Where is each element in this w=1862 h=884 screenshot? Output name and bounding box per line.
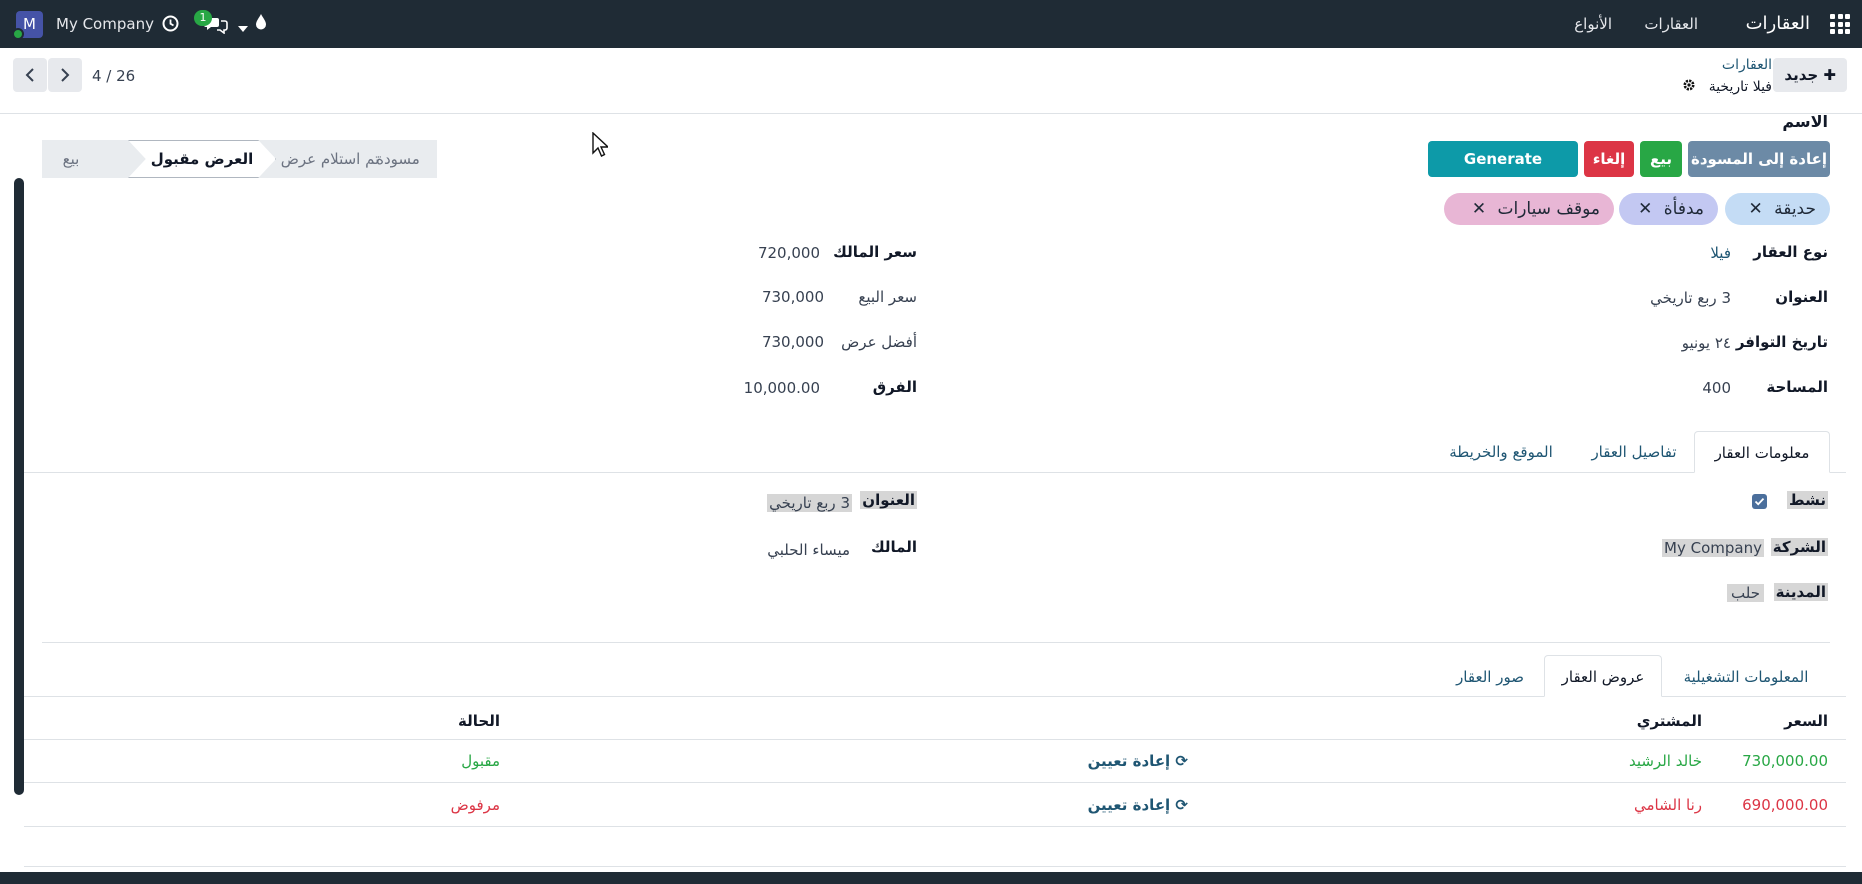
chevron-right-icon — [60, 65, 70, 85]
menu-types[interactable]: الأنواع — [1574, 0, 1612, 48]
bottom-bar — [0, 872, 1862, 884]
breadcrumb-current: فيلا تاريخية — [1682, 78, 1772, 95]
area-value[interactable]: 400 — [1702, 379, 1731, 397]
active-checkbox[interactable] — [1752, 494, 1767, 509]
apps-menu-icon[interactable] — [1830, 14, 1850, 34]
table-row-border — [24, 826, 1846, 827]
offer-price[interactable]: 730,000.00 — [1742, 752, 1828, 770]
activity-dropdown-caret-icon[interactable] — [238, 19, 248, 37]
company-switcher[interactable]: My Company — [56, 0, 154, 48]
stage-sold[interactable]: بيع — [42, 140, 100, 178]
column-header-status[interactable]: الحالة — [458, 712, 500, 730]
breadcrumb-parent-link[interactable]: العقارات — [1722, 57, 1772, 73]
property-type-label: نوع العقار — [1753, 243, 1828, 261]
pager-value[interactable]: 4 / 26 — [92, 67, 135, 85]
name-field-label: الاسم — [1782, 112, 1828, 131]
stage-offer-received[interactable]: تم استلام عرض — [270, 140, 390, 178]
offer-buyer[interactable]: خالد الرشيد — [1629, 752, 1702, 770]
refresh-icon: ⟳ — [1170, 752, 1188, 770]
area-label: المساحة — [1766, 378, 1828, 396]
refresh-icon: ⟳ — [1170, 796, 1188, 814]
tag-fireplace[interactable]: مدفأة ✕ — [1619, 193, 1718, 225]
form-scrollbar[interactable] — [14, 178, 24, 795]
generate-contract-button[interactable]: Generate Contract — [1428, 141, 1578, 204]
tag-garden[interactable]: حديقة ✕ — [1725, 193, 1830, 225]
city-label: المدينة — [1773, 583, 1828, 601]
status-bar: مسودة تم استلام عرض العرض مقبول بيع — [42, 140, 437, 178]
pager-previous-button[interactable] — [13, 58, 47, 92]
stage-offer-accepted[interactable]: العرض مقبول — [128, 140, 276, 178]
owner-label: المالك — [870, 538, 917, 556]
info-address-label: العنوان — [860, 491, 917, 509]
chevron-left-icon — [25, 65, 35, 85]
online-status-dot — [12, 28, 24, 40]
active-label: نشط — [1787, 491, 1828, 509]
owner-price-label: سعر المالك — [833, 243, 917, 261]
company-label: الشركة — [1770, 538, 1828, 556]
tab-property-info[interactable]: معلومات العقار — [1694, 431, 1830, 473]
app-name[interactable]: العقارات — [1746, 0, 1810, 48]
new-record-button[interactable]: ✚ جديد — [1773, 58, 1847, 92]
owner-price-value[interactable]: 720,000 — [758, 244, 820, 262]
sell-button[interactable]: بيع — [1640, 141, 1682, 177]
column-header-buyer[interactable]: المشتري — [1637, 712, 1702, 730]
chat-badge: 1 — [194, 10, 212, 26]
tab-property-details[interactable]: تفاصيل العقار — [1576, 431, 1692, 473]
clock-icon[interactable] — [162, 15, 179, 36]
tab-property-offers[interactable]: عروض العقار — [1544, 655, 1662, 697]
close-icon[interactable]: ✕ — [1638, 199, 1652, 219]
tag-parking[interactable]: موقف سيارات ✕ — [1444, 193, 1614, 225]
address-label: العنوان — [1775, 288, 1828, 306]
offer-buyer[interactable]: رنا الشامي — [1634, 796, 1702, 814]
tab-location-map[interactable]: الموقع والخريطة — [1436, 431, 1566, 473]
droplet-icon[interactable] — [254, 13, 268, 35]
gear-icon[interactable] — [1682, 79, 1696, 95]
menu-properties[interactable]: العقارات — [1644, 0, 1698, 48]
offer-status[interactable]: مقبول — [461, 752, 500, 770]
best-offer-label: أفضل عرض — [841, 333, 917, 351]
table-header-border — [24, 739, 1846, 740]
tab-operational-info[interactable]: المعلومات التشغيلية — [1662, 656, 1830, 698]
tab-property-photos[interactable]: صور العقار — [1440, 656, 1540, 698]
mouse-cursor-icon — [592, 131, 610, 162]
top-navbar: العقارات العقارات الأنواع M My Company 1 — [0, 0, 1862, 48]
section-separator — [42, 642, 1830, 643]
info-address-value[interactable]: 3 ربع تاريخي — [767, 494, 852, 512]
difference-value: 10,000.00 — [743, 379, 820, 397]
company-value[interactable]: My Company — [1662, 539, 1764, 557]
control-panel: ✚ جديد العقارات فيلا تاريخية 4 / 26 — [0, 48, 1862, 114]
availability-date-value[interactable]: ٢٤ يونيو — [1682, 334, 1731, 352]
sale-price-label: سعر البيع — [858, 288, 917, 306]
property-type-value[interactable]: فيلا — [1710, 244, 1731, 262]
offer-status[interactable]: مرفوض — [451, 796, 500, 814]
cancel-button[interactable]: إلغاء — [1584, 141, 1634, 177]
reassign-button[interactable]: ⟳ إعادة تعيين — [1088, 796, 1188, 814]
reassign-button[interactable]: ⟳ إعادة تعيين — [1088, 752, 1188, 770]
availability-date-label: تاريخ التوافر — [1735, 333, 1828, 351]
sale-price-value: 730,000 — [761, 288, 824, 306]
best-offer-value: 730,000 — [761, 333, 824, 351]
reset-to-draft-button[interactable]: إعادة إلى المسودة — [1688, 141, 1830, 177]
table-row-border — [24, 782, 1846, 783]
column-header-price[interactable]: السعر — [1784, 712, 1828, 730]
table-footer-border — [24, 866, 1846, 867]
difference-label: الفرق — [872, 378, 917, 396]
address-value[interactable]: 3 ربع تاريخي — [1650, 289, 1731, 307]
city-value[interactable]: حلب — [1727, 584, 1764, 602]
close-icon[interactable]: ✕ — [1472, 199, 1486, 219]
tabs-divider — [24, 472, 1846, 473]
close-icon[interactable]: ✕ — [1748, 199, 1762, 219]
pager-next-button[interactable] — [48, 58, 82, 92]
plus-icon: ✚ — [1818, 66, 1836, 84]
record-title: فيلا تاريخية — [1708, 79, 1772, 95]
owner-value[interactable]: ميساء الحلبي — [767, 541, 850, 559]
offer-price[interactable]: 690,000.00 — [1742, 796, 1828, 814]
